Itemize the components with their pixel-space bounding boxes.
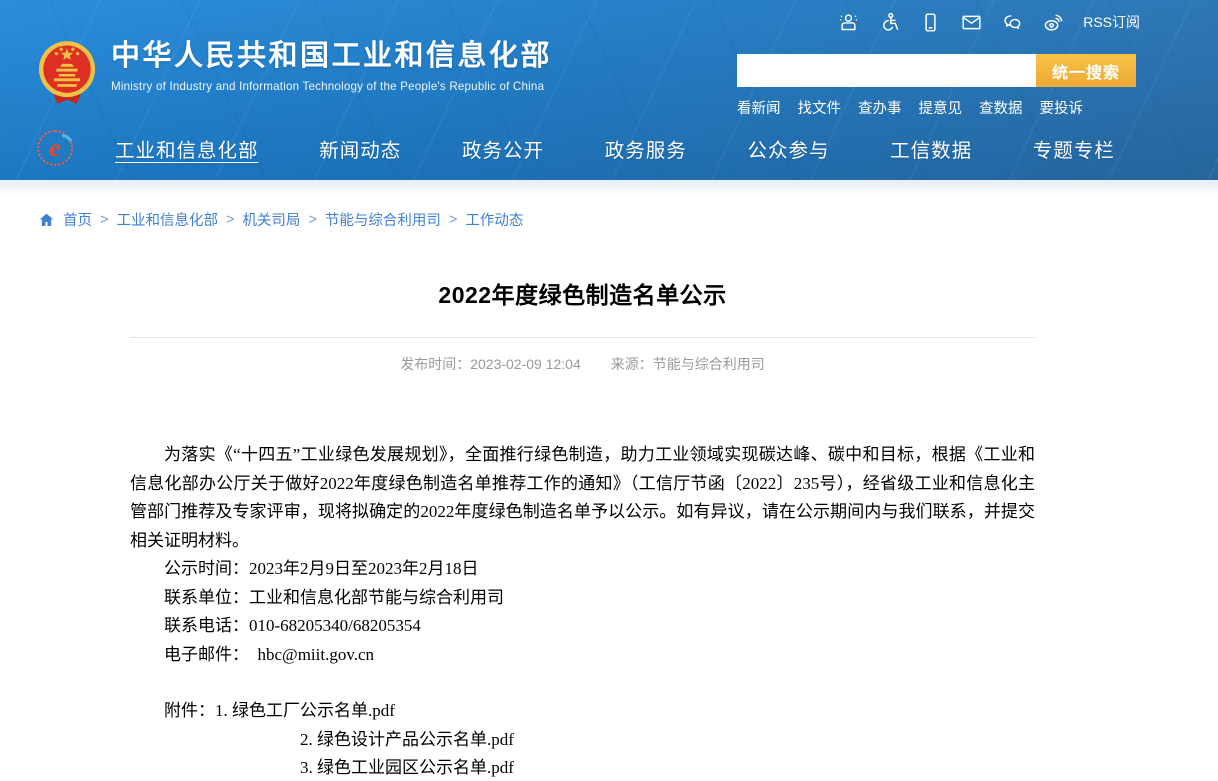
search-area: 统一搜索 看新闻 找文件 查办事 提意见 查数据 要投诉 (737, 54, 1136, 118)
mail-icon[interactable] (960, 11, 982, 33)
quick-link-complaint[interactable]: 要投诉 (1040, 97, 1084, 118)
breadcrumb-separator: > (308, 212, 316, 228)
nav-item-public-participation[interactable]: 公众参与 (747, 134, 829, 163)
nav-item-gov-disclosure[interactable]: 政务公开 (462, 134, 544, 163)
quick-links: 看新闻 找文件 查办事 提意见 查数据 要投诉 (737, 97, 1136, 118)
header-content-divider (0, 180, 1218, 196)
content-area: 首页 > 工业和信息化部 > 机关司局 > 节能与综合利用司 > 工作动态 20… (0, 209, 1218, 781)
logo-letter-e: e (34, 127, 76, 169)
publish-time-label: 发布时间： (400, 356, 470, 372)
ai-assistant-icon[interactable] (837, 11, 859, 33)
site-brand[interactable]: 中华人民共和国工业和信息化部 Ministry of Industry and … (38, 40, 552, 106)
site-masthead: RSS订阅 中华人民共和国工业和信息化部 Ministry of Industr… (0, 0, 1218, 180)
nav-item-news[interactable]: 新闻动态 (319, 134, 401, 163)
national-emblem-logo (38, 40, 96, 106)
contact-phone-line: 联系电话：010-68205340/68205354 (130, 612, 1035, 641)
source-value: 节能与综合利用司 (653, 356, 765, 372)
wechat-icon[interactable] (1001, 11, 1023, 33)
nav-item-miit[interactable]: 工业和信息化部 (115, 134, 259, 163)
article-paragraph: 为落实《“十四五”工业绿色发展规划》，全面推行绿色制造，助力工业领域实现碳达峰、… (130, 441, 1035, 555)
breadcrumb-energy-dept[interactable]: 节能与综合利用司 (325, 209, 441, 230)
nav-item-industry-data[interactable]: 工信数据 (890, 134, 972, 163)
main-navigation: e 工业和信息化部 新闻动态 政务公开 政务服务 公众参与 工信数据 专题专栏 (0, 116, 1218, 180)
breadcrumb-home[interactable]: 首页 (63, 209, 92, 230)
miit-e-logo-icon[interactable]: e (34, 127, 76, 169)
unified-search-button[interactable]: 统一搜索 (1036, 54, 1136, 87)
breadcrumb-work-updates[interactable]: 工作动态 (465, 209, 523, 230)
attachments-label: 附件： (164, 701, 215, 720)
quick-link-feedback[interactable]: 提意见 (919, 97, 963, 118)
brand-text-block: 中华人民共和国工业和信息化部 Ministry of Industry and … (111, 40, 552, 93)
quick-link-news[interactable]: 看新闻 (737, 97, 781, 118)
article-title: 2022年度绿色制造名单公示 (130, 276, 1035, 310)
article: 2022年度绿色制造名单公示 发布时间：2023-02-09 12:04 来源：节… (130, 276, 1035, 781)
title-divider (130, 337, 1035, 338)
quick-link-documents[interactable]: 找文件 (798, 97, 842, 118)
publish-time-value: 2023-02-09 12:04 (470, 356, 581, 372)
breadcrumb-departments[interactable]: 机关司局 (242, 209, 300, 230)
nav-item-special-columns[interactable]: 专题专栏 (1033, 134, 1115, 163)
search-input[interactable] (737, 54, 1036, 87)
notice-period-line: 公示时间：2023年2月9日至2023年2月18日 (130, 555, 1035, 584)
site-title-en: Ministry of Industry and Information Tec… (111, 80, 552, 93)
contact-email-line: 电子邮件： hbc@miit.gov.cn (130, 641, 1035, 670)
mobile-icon[interactable] (919, 11, 941, 33)
breadcrumb: 首页 > 工业和信息化部 > 机关司局 > 节能与综合利用司 > 工作动态 (38, 209, 1218, 230)
breadcrumb-separator: > (449, 212, 457, 228)
article-meta: 发布时间：2023-02-09 12:04 来源：节能与综合利用司 (130, 354, 1035, 374)
home-icon[interactable] (38, 212, 55, 228)
quick-link-services[interactable]: 查办事 (858, 97, 902, 118)
attachments-list: 附件：1. 绿色工厂公示名单.pdf 2. 绿色设计产品公示名单.pdf 3. … (130, 697, 1035, 781)
accessibility-icon[interactable] (878, 11, 900, 33)
site-title-cn: 中华人民共和国工业和信息化部 (111, 40, 552, 73)
breadcrumb-miit[interactable]: 工业和信息化部 (116, 209, 218, 230)
quick-link-data[interactable]: 查数据 (979, 97, 1023, 118)
contact-unit-line: 联系单位：工业和信息化部节能与综合利用司 (130, 584, 1035, 613)
attachment-link-green-factory[interactable]: 1. 绿色工厂公示名单.pdf (215, 701, 395, 720)
nav-item-gov-services[interactable]: 政务服务 (605, 134, 687, 163)
source-label: 来源： (611, 356, 653, 372)
rss-subscribe-link[interactable]: RSS订阅 (1083, 12, 1140, 32)
breadcrumb-separator: > (226, 212, 234, 228)
breadcrumb-separator: > (100, 212, 108, 228)
weibo-icon[interactable] (1042, 11, 1064, 33)
attachment-link-green-design[interactable]: 2. 绿色设计产品公示名单.pdf (130, 726, 1035, 755)
article-body: 为落实《“十四五”工业绿色发展规划》，全面推行绿色制造，助力工业领域实现碳达峰、… (130, 441, 1035, 781)
utility-icon-bar: RSS订阅 (837, 0, 1140, 44)
attachment-link-green-park[interactable]: 3. 绿色工业园区公示名单.pdf (130, 754, 1035, 781)
